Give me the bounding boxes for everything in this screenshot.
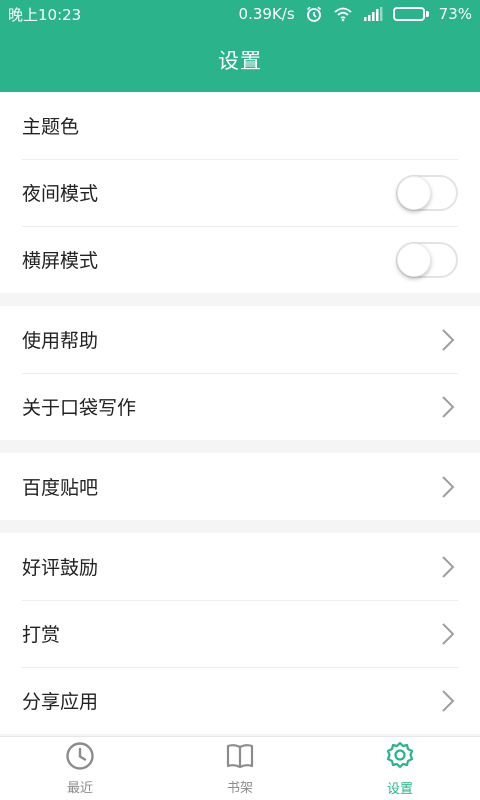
- gear-icon: [384, 740, 416, 776]
- battery-icon: [392, 7, 429, 21]
- nav-label: 书架: [226, 781, 253, 796]
- setting-help[interactable]: 使用帮助: [0, 306, 480, 373]
- battery-percent: 73%: [438, 5, 472, 23]
- nav-label: 设置: [386, 782, 413, 797]
- setting-label: 好评鼓励: [22, 557, 99, 579]
- setting-label: 横屏模式: [22, 250, 99, 272]
- status-bar: 晚上10:23 0.39K/s 73%: [0, 0, 480, 28]
- book-icon: [225, 741, 255, 775]
- setting-night-mode[interactable]: 夜间模式: [0, 159, 480, 226]
- setting-label: 关于口袋写作: [22, 397, 137, 419]
- chevron-right-icon: [438, 622, 458, 646]
- alarm-icon: [305, 5, 323, 23]
- nav-bookshelf[interactable]: 书架: [160, 737, 320, 800]
- setting-label: 主题色: [22, 116, 80, 138]
- nav-settings[interactable]: 设置: [320, 737, 480, 800]
- nav-label: 最近: [66, 781, 93, 796]
- signal-icon: [363, 6, 383, 22]
- section-divider: [0, 293, 480, 306]
- section-divider: [0, 440, 480, 453]
- setting-label: 百度贴吧: [22, 477, 99, 499]
- setting-label: 分享应用: [22, 691, 99, 713]
- wifi-icon: [333, 6, 353, 22]
- setting-theme-color[interactable]: 主题色: [0, 92, 480, 159]
- page-title: 设置: [218, 49, 262, 73]
- setting-baidu-tieba[interactable]: 百度贴吧: [0, 453, 480, 520]
- setting-landscape-mode[interactable]: 横屏模式: [0, 226, 480, 293]
- setting-label: 打赏: [22, 624, 61, 646]
- bottom-nav: 最近 书架 设置: [0, 736, 480, 800]
- chevron-right-icon: [438, 555, 458, 579]
- setting-tip[interactable]: 打赏: [0, 600, 480, 667]
- clock-icon: [65, 741, 95, 775]
- setting-share[interactable]: 分享应用: [0, 667, 480, 734]
- chevron-right-icon: [438, 328, 458, 352]
- night-mode-toggle[interactable]: [396, 174, 458, 211]
- app-bar: 设置: [0, 28, 480, 92]
- chevron-right-icon: [438, 395, 458, 419]
- settings-list: 主题色 夜间模式 横屏模式 使用帮助 关于口袋写作 百度贴吧 好评鼓励 打赏 分…: [0, 92, 480, 736]
- status-time: 晚上10:23: [8, 5, 82, 24]
- settings-group-support: 好评鼓励 打赏 分享应用: [0, 533, 480, 734]
- settings-group-community: 百度贴吧: [0, 453, 480, 520]
- setting-label: 使用帮助: [22, 330, 99, 352]
- chevron-right-icon: [438, 689, 458, 713]
- settings-group-about: 使用帮助 关于口袋写作: [0, 306, 480, 440]
- nav-recent[interactable]: 最近: [0, 737, 160, 800]
- setting-about[interactable]: 关于口袋写作: [0, 373, 480, 440]
- landscape-mode-toggle[interactable]: [396, 241, 458, 278]
- setting-rate[interactable]: 好评鼓励: [0, 533, 480, 600]
- settings-group-appearance: 主题色 夜间模式 横屏模式: [0, 92, 480, 293]
- setting-label: 夜间模式: [22, 183, 99, 205]
- section-divider: [0, 520, 480, 533]
- net-speed: 0.39K/s: [238, 5, 295, 23]
- chevron-right-icon: [438, 475, 458, 499]
- status-right: 0.39K/s 73%: [239, 5, 472, 23]
